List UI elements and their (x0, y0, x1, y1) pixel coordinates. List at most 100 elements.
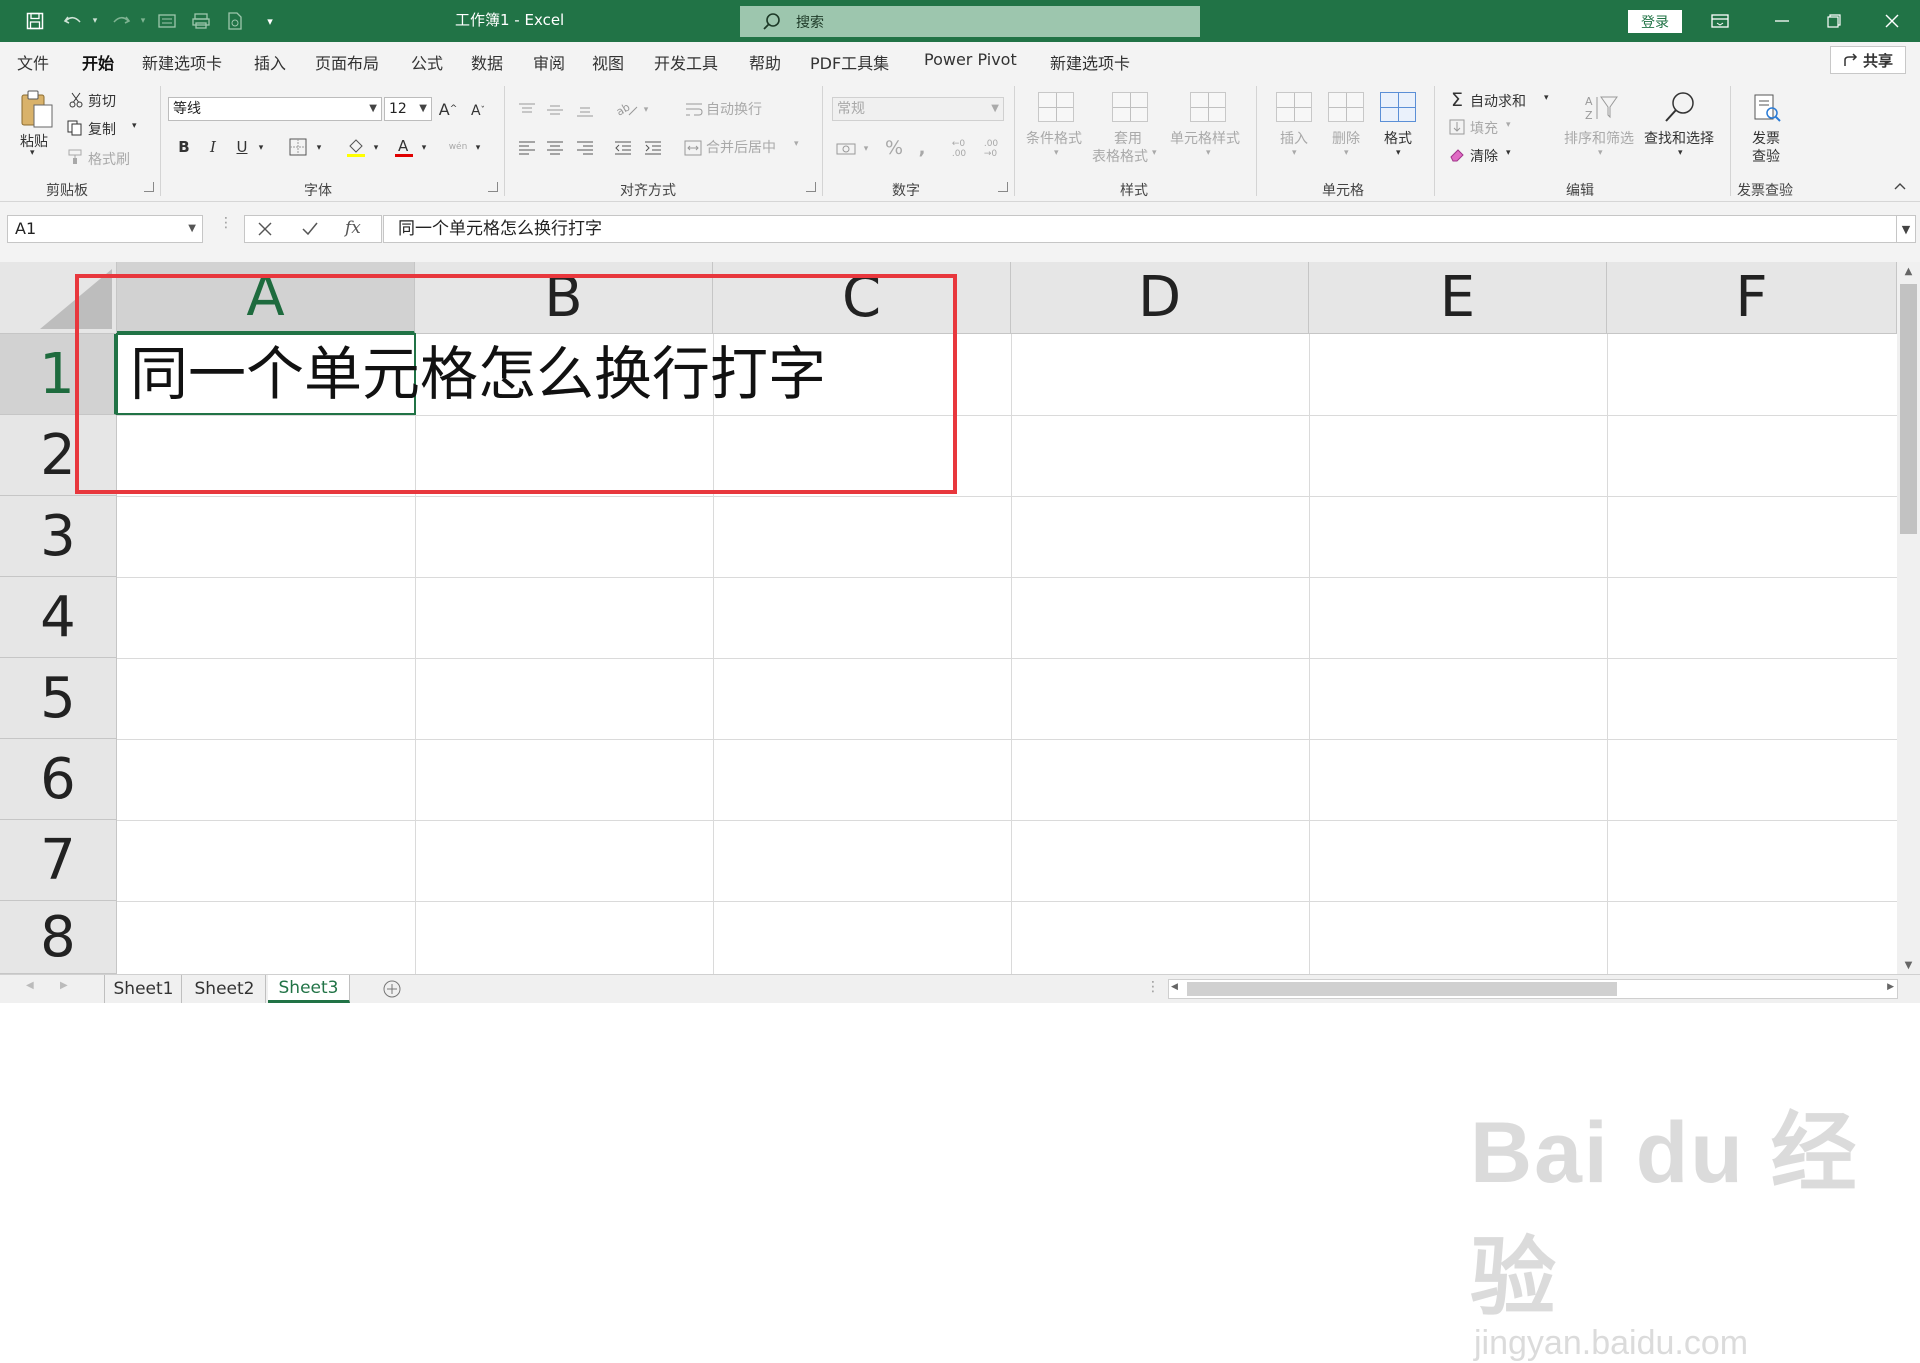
tab-new-tab-1[interactable]: 新建选项卡 (142, 50, 222, 74)
increase-decimal-icon[interactable]: ←0.00 (946, 136, 972, 162)
tab-new-tab-2[interactable]: 新建选项卡 (1050, 50, 1130, 74)
tab-developer[interactable]: 开发工具 (654, 50, 718, 74)
bold-icon[interactable]: B (174, 136, 194, 158)
cancel-entry-icon[interactable] (257, 220, 273, 242)
underline-dropdown-icon[interactable]: ▾ (255, 138, 267, 158)
tab-file[interactable]: 文件 (17, 50, 49, 74)
find-select-label[interactable]: 查找和选择 (1644, 128, 1714, 148)
add-sheet-icon[interactable] (382, 979, 402, 1003)
insert-cells-dropdown-icon[interactable]: ▾ (1292, 148, 1297, 158)
confirm-entry-icon[interactable] (301, 220, 319, 242)
row-header-6[interactable]: 6 (0, 739, 117, 820)
invoice-label-1[interactable]: 发票 (1752, 128, 1780, 148)
format-painter-icon[interactable] (66, 149, 84, 165)
insert-function-icon[interactable]: fx (345, 218, 361, 238)
share-button[interactable]: 共享 (1830, 46, 1906, 74)
ribbon-display-options-icon[interactable] (1706, 8, 1734, 34)
phonetic-dropdown-icon[interactable]: ▾ (472, 138, 484, 158)
search-box[interactable]: 搜索 (740, 6, 1200, 37)
delete-cells-icon[interactable] (1328, 92, 1364, 122)
row-header-5[interactable]: 5 (0, 658, 117, 739)
increase-font-size-icon[interactable]: A ^ (436, 98, 460, 120)
merge-center-label[interactable]: 合并后居中 (706, 137, 776, 157)
scrollbar-thumb[interactable] (1900, 284, 1917, 534)
italic-icon[interactable]: I (203, 136, 223, 158)
scrollbar-thumb[interactable] (1187, 982, 1617, 996)
conditional-dropdown-icon[interactable]: ▾ (1054, 148, 1059, 158)
copy-icon[interactable] (66, 120, 84, 136)
cut-icon[interactable] (68, 92, 84, 108)
delete-cells-dropdown-icon[interactable]: ▾ (1344, 148, 1349, 158)
cut-label[interactable]: 剪切 (88, 91, 116, 111)
tab-splitter-icon[interactable]: ⋮ (1146, 979, 1160, 995)
format-as-table-label-2[interactable]: 表格格式 (1092, 146, 1148, 166)
align-center-icon[interactable] (544, 138, 566, 158)
clear-label[interactable]: 清除 (1470, 146, 1498, 166)
autosum-label[interactable]: 自动求和 (1470, 91, 1526, 111)
fill-down-icon[interactable] (1448, 118, 1466, 136)
middle-align-icon[interactable] (544, 100, 566, 120)
fill-dropdown-icon[interactable]: ▾ (1506, 120, 1511, 130)
horizontal-scrollbar[interactable]: ◀ ▶ (1168, 979, 1898, 999)
minimize-icon[interactable] (1768, 8, 1796, 34)
next-sheet-icon[interactable]: ▶ (60, 980, 68, 991)
insert-cells-icon[interactable] (1276, 92, 1312, 122)
tab-data[interactable]: 数据 (471, 50, 503, 74)
restore-icon[interactable] (1820, 8, 1848, 34)
decrease-indent-icon[interactable] (612, 138, 634, 158)
align-right-icon[interactable] (574, 138, 596, 158)
scroll-up-icon[interactable]: ▲ (1897, 262, 1920, 280)
font-size-select[interactable]: 12 ▼ (384, 97, 432, 121)
paste-dropdown-icon[interactable]: ▾ (30, 148, 35, 158)
formula-bar-splitter-icon[interactable]: ⋮ (219, 216, 233, 238)
orientation-dropdown-icon[interactable]: ▾ (640, 102, 652, 118)
prev-sheet-icon[interactable]: ◀ (26, 980, 34, 991)
comma-style-icon[interactable]: , (914, 136, 930, 160)
accounting-format-icon[interactable] (834, 138, 858, 160)
tab-power-pivot[interactable]: Power Pivot (924, 50, 1017, 69)
font-name-select[interactable]: 等线 ▼ (168, 97, 382, 121)
sort-filter-dropdown-icon[interactable]: ▾ (1598, 148, 1603, 158)
clear-eraser-icon[interactable] (1448, 146, 1466, 164)
increase-indent-icon[interactable] (642, 138, 664, 158)
cell-styles-dropdown-icon[interactable]: ▾ (1206, 148, 1211, 158)
clear-dropdown-icon[interactable]: ▾ (1506, 148, 1511, 158)
insert-cells-label[interactable]: 插入 (1280, 128, 1308, 148)
format-cells-label[interactable]: 格式 (1384, 128, 1412, 148)
save-icon[interactable] (22, 10, 48, 32)
autosum-icon[interactable]: Σ (1448, 89, 1466, 111)
scroll-right-icon[interactable]: ▶ (1887, 982, 1894, 992)
column-header-e[interactable]: E (1309, 262, 1607, 334)
tab-help[interactable]: 帮助 (749, 50, 781, 74)
clipboard-dialog-launcher[interactable] (144, 182, 154, 192)
tab-page-layout[interactable]: 页面布局 (315, 50, 379, 74)
merge-center-icon[interactable] (682, 138, 704, 158)
merge-dropdown-icon[interactable]: ▾ (794, 139, 799, 149)
cell-styles-label[interactable]: 单元格样式 (1170, 128, 1240, 148)
redo-dropdown-icon[interactable]: ▾ (138, 10, 148, 32)
invoice-label-2[interactable]: 查验 (1752, 146, 1780, 166)
redo-icon[interactable] (106, 10, 136, 32)
cell-styles-icon[interactable] (1190, 92, 1226, 122)
conditional-formatting-label[interactable]: 条件格式 (1026, 128, 1082, 148)
scroll-down-icon[interactable]: ▼ (1897, 956, 1920, 974)
row-header-4[interactable]: 4 (0, 577, 117, 658)
fill-label[interactable]: 填充 (1470, 118, 1498, 138)
scroll-left-icon[interactable]: ◀ (1171, 982, 1178, 992)
sheet-tab-sheet3[interactable]: Sheet3 (268, 975, 350, 1003)
collapse-ribbon-icon[interactable] (1893, 180, 1907, 194)
tab-formulas[interactable]: 公式 (411, 50, 443, 74)
format-cells-dropdown-icon[interactable]: ▾ (1396, 148, 1401, 158)
tab-view[interactable]: 视图 (592, 50, 624, 74)
font-color-icon[interactable]: A (392, 134, 416, 160)
paste-icon[interactable] (18, 88, 56, 130)
percent-icon[interactable]: % (882, 136, 906, 160)
decrease-decimal-icon[interactable]: .00 →0 (978, 136, 1004, 162)
borders-dropdown-icon[interactable]: ▾ (313, 138, 325, 158)
form-icon[interactable] (154, 10, 180, 32)
fill-color-icon[interactable] (344, 134, 368, 160)
tab-pdf-tools[interactable]: PDF工具集 (810, 50, 889, 74)
number-format-select[interactable]: 常规 ▼ (832, 97, 1004, 121)
align-left-icon[interactable] (516, 138, 538, 158)
format-as-table-dropdown-icon[interactable]: ▾ (1152, 148, 1157, 158)
